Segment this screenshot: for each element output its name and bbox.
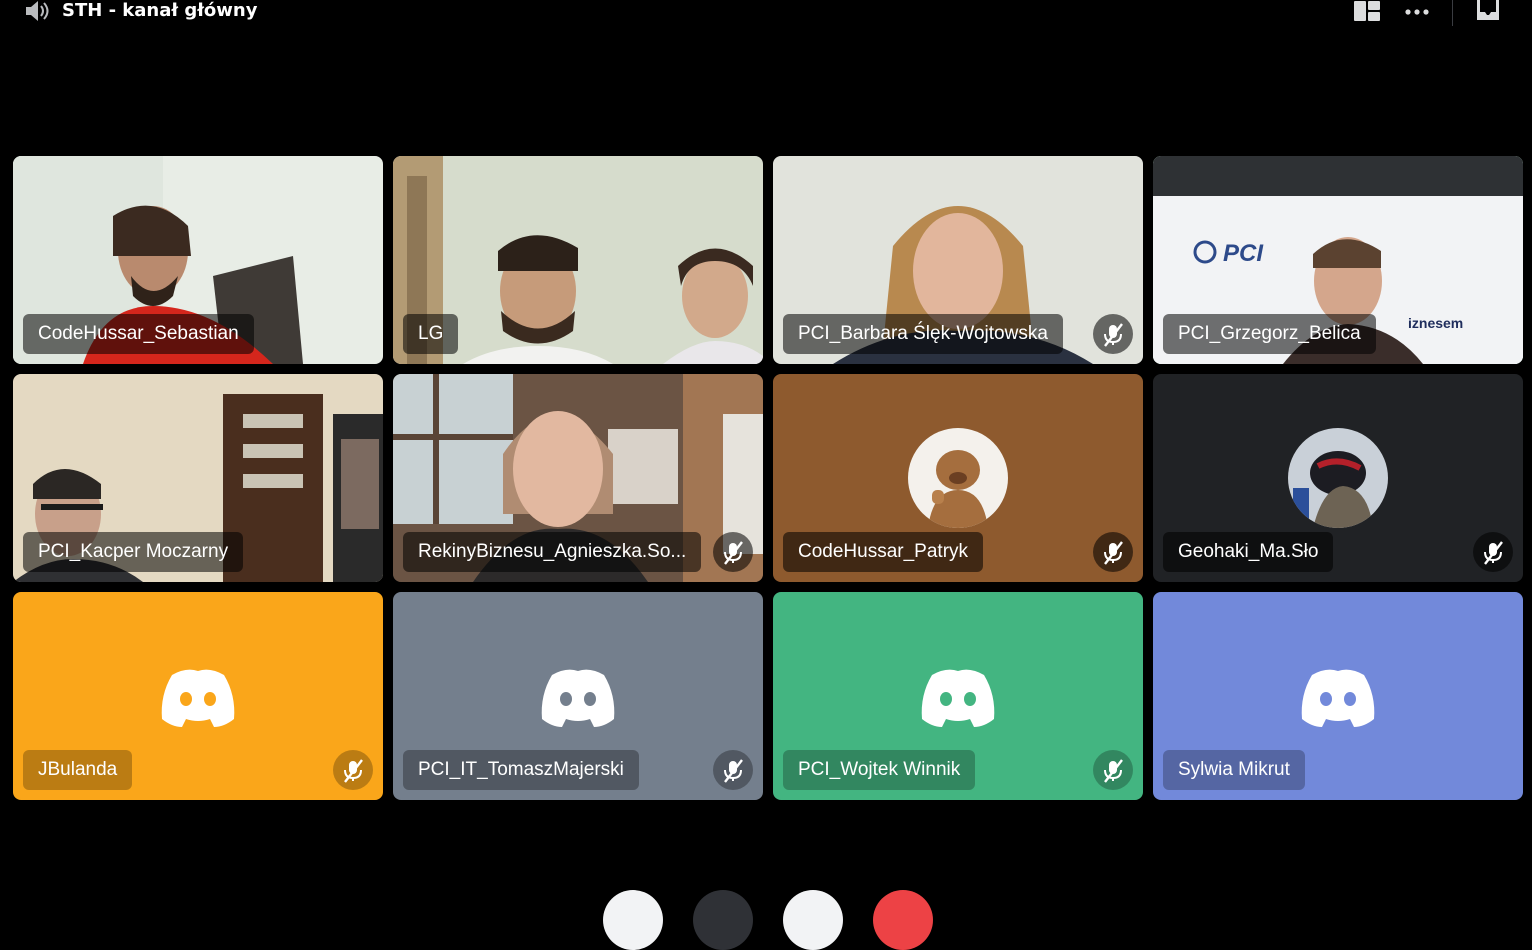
mute-indicator xyxy=(713,532,753,572)
mute-indicator xyxy=(713,750,753,790)
mic-muted-icon xyxy=(724,541,743,565)
svg-text:iznesem: iznesem xyxy=(1408,315,1463,331)
mic-muted-icon xyxy=(1104,323,1123,347)
participant-tile-agnieszka[interactable]: RekinyBiznesu_Agnieszka.So... xyxy=(393,374,763,582)
mic-muted-icon xyxy=(1104,759,1123,783)
participant-tile-lg[interactable]: LG xyxy=(393,156,763,364)
participant-tile-patryk[interactable]: CodeHussar_Patryk xyxy=(773,374,1143,582)
participant-name: CodeHussar_Sebastian xyxy=(23,314,254,354)
discord-logo-icon xyxy=(161,669,235,727)
mute-button[interactable] xyxy=(783,890,843,950)
participant-tile-sebastian[interactable]: CodeHussar_Sebastian xyxy=(13,156,383,364)
participant-name: Geohaki_Ma.Sło xyxy=(1163,532,1334,572)
toolbar-divider xyxy=(1452,0,1453,26)
participant-name: PCI_Barbara Ślęk-Wojtowska xyxy=(783,314,1063,354)
mute-indicator xyxy=(1473,532,1513,572)
participant-name: RekinyBiznesu_Agnieszka.So... xyxy=(403,532,702,572)
mute-indicator xyxy=(1093,314,1133,354)
user-avatar xyxy=(1288,428,1388,528)
channel-title: STH - kanał główny xyxy=(62,0,258,21)
participant-name: PCI_Kacper Moczarny xyxy=(23,532,244,572)
participant-name: JBulanda xyxy=(23,750,133,790)
inbox-icon[interactable] xyxy=(1475,0,1501,22)
grid-layout-icon[interactable] xyxy=(1353,0,1381,22)
mic-muted-icon xyxy=(1104,541,1123,565)
speaker-icon xyxy=(26,1,49,21)
participant-name: Sylwia Mikrut xyxy=(1163,750,1305,790)
mute-indicator xyxy=(1093,750,1133,790)
participant-tile-geohaki[interactable]: Geohaki_Ma.Sło xyxy=(1153,374,1523,582)
discord-logo-icon xyxy=(1301,669,1375,727)
more-dots-icon[interactable] xyxy=(1404,0,1430,22)
camera-button[interactable] xyxy=(603,890,663,950)
mic-muted-icon xyxy=(1484,541,1503,565)
mute-indicator xyxy=(333,750,373,790)
participant-tile-wojtek[interactable]: PCI_Wojtek Winnik xyxy=(773,592,1143,800)
participant-name: PCI_Wojtek Winnik xyxy=(783,750,976,790)
discord-logo-icon xyxy=(921,669,995,727)
participant-name: LG xyxy=(403,314,459,354)
mic-muted-icon xyxy=(344,759,363,783)
participant-name: PCI_Grzegorz_Belica xyxy=(1163,314,1376,354)
disconnect-button[interactable] xyxy=(873,890,933,950)
participant-name: CodeHussar_Patryk xyxy=(783,532,984,572)
participant-tile-barbara[interactable]: PCI_Barbara Ślęk-Wojtowska xyxy=(773,156,1143,364)
screen-share-button[interactable] xyxy=(693,890,753,950)
participant-tile-jbulanda[interactable]: JBulanda xyxy=(13,592,383,800)
discord-logo-icon xyxy=(541,669,615,727)
participant-tile-kacper[interactable]: PCI_Kacper Moczarny xyxy=(13,374,383,582)
channel-header: STH - kanał główny xyxy=(0,0,1532,26)
participant-tile-tomasz[interactable]: PCI_IT_TomaszMajerski xyxy=(393,592,763,800)
participant-tile-grzegorz[interactable]: PCI iznesem PCI_Grzegorz_Belica xyxy=(1153,156,1523,364)
participant-tile-sylwia[interactable]: Sylwia Mikrut xyxy=(1153,592,1523,800)
user-avatar xyxy=(908,428,1008,528)
svg-text:PCI: PCI xyxy=(1223,240,1264,267)
participant-name: PCI_IT_TomaszMajerski xyxy=(403,750,639,790)
mic-muted-icon xyxy=(724,759,743,783)
mute-indicator xyxy=(1093,532,1133,572)
